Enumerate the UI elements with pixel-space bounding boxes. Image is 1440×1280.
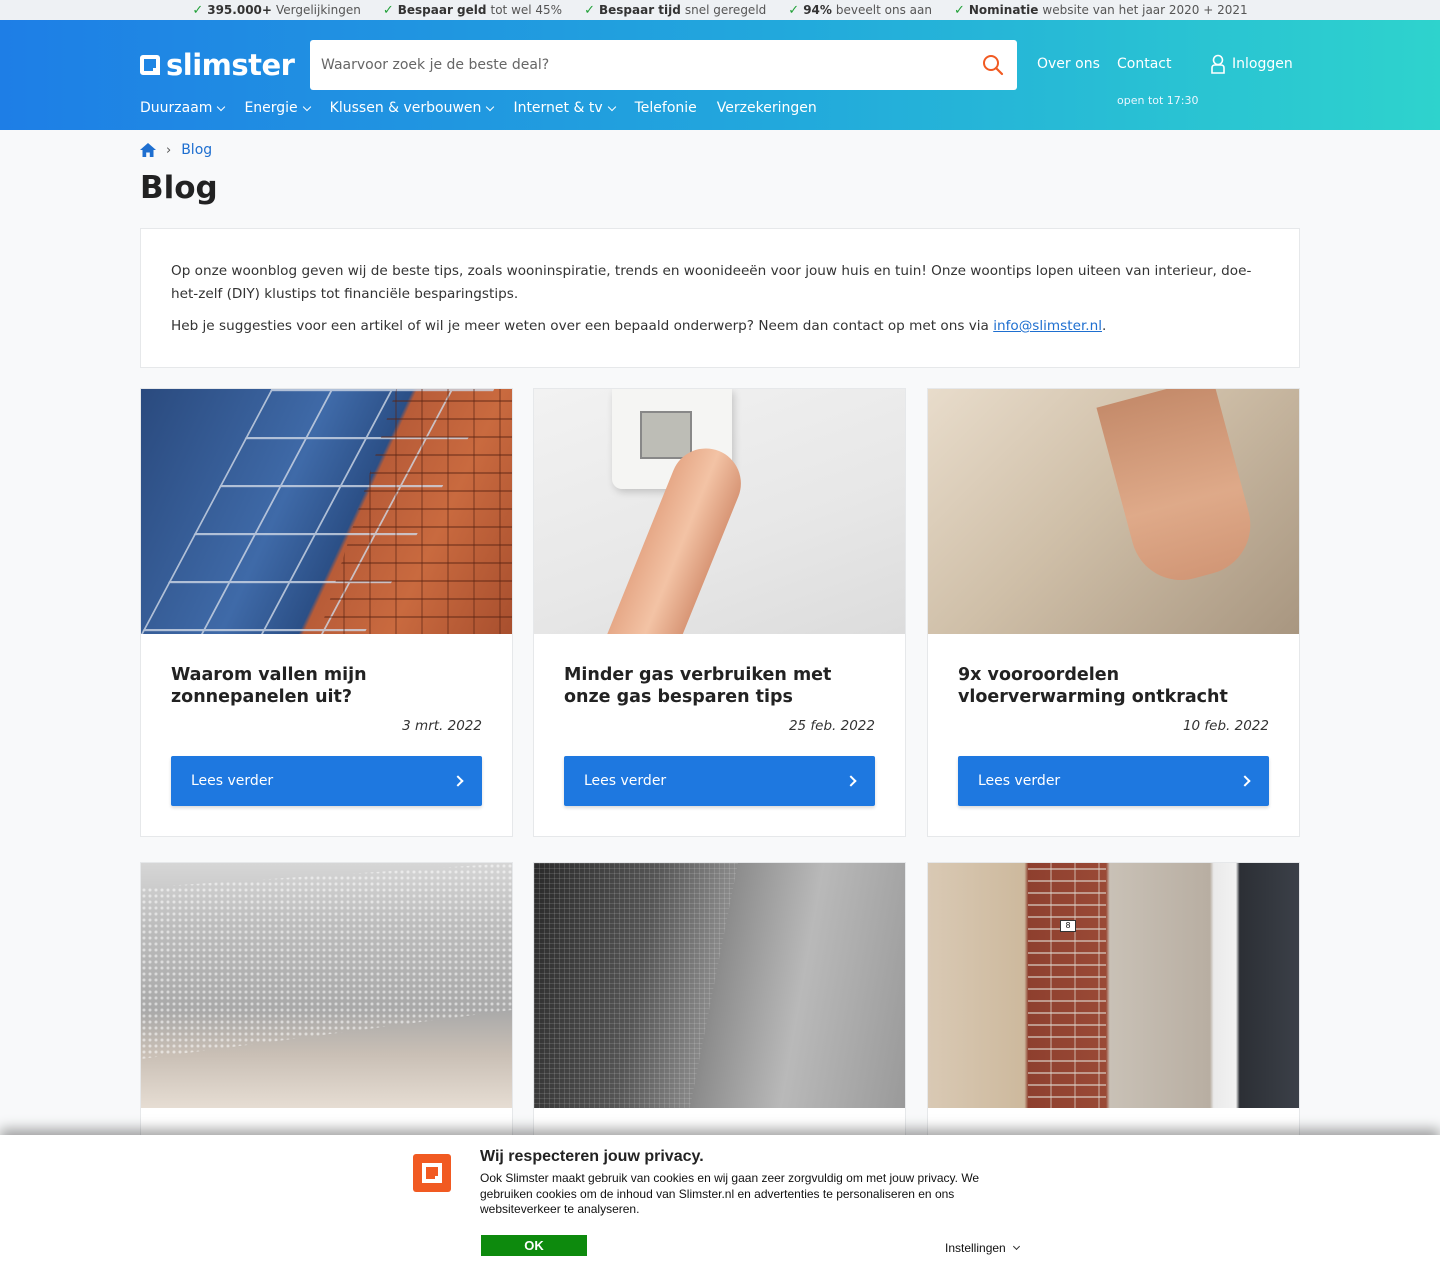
main-nav: Duurzaam Energie Klussen & verbouwen Int… [140, 100, 817, 116]
card-image-floor-heating[interactable] [928, 389, 1299, 634]
cookie-text: Ook Slimster maakt gebruik van cookies e… [480, 1171, 980, 1216]
nav-item-internet-tv[interactable]: Internet & tv [513, 100, 616, 116]
usp-bar: ✓ 395.000+ Vergelijkingen ✓ Bespaar geld tot… [0, 0, 1440, 20]
nav-item-duurzaam[interactable]: Duurzaam [140, 100, 226, 116]
card-image-demolition[interactable]: 8 [928, 863, 1299, 1108]
blog-card: 9x vooroordelen vloerverwarming ontkrach… [927, 388, 1300, 837]
nav-item-klussen[interactable]: Klussen & verbouwen [330, 100, 495, 116]
breadcrumb-current[interactable]: Blog [181, 142, 212, 158]
email-link[interactable]: info@slimster.nl [993, 318, 1102, 334]
usp-item: ✓ Bespaar tijd snel geregeld [584, 2, 767, 18]
check-icon: ✓ [953, 2, 965, 18]
search-button[interactable] [969, 40, 1017, 90]
usp-item: ✓ 94% beveelt ons aan [788, 2, 932, 18]
usp-item: ✓ Nominatie website van het jaar 2020 + 20… [953, 2, 1248, 18]
home-icon[interactable] [140, 143, 156, 157]
intro-box: Op onze woonblog geven wij de beste tips… [140, 228, 1300, 368]
blog-card: Waarom vallen mijn zonnepanelen uit? 3 m… [140, 388, 513, 837]
search-input[interactable] [321, 57, 969, 73]
contact-hours: open tot 17:30 [1117, 94, 1199, 107]
blog-card [533, 862, 906, 1162]
breadcrumb: › Blog [140, 142, 212, 158]
chevron-right-icon [452, 775, 464, 787]
card-date: 3 mrt. 2022 [402, 718, 482, 734]
chevron-down-icon [217, 102, 226, 111]
nav-item-energie[interactable]: Energie [244, 100, 311, 116]
chevron-down-icon [486, 102, 495, 111]
read-more-button[interactable]: Lees verder [564, 756, 875, 806]
card-title[interactable]: Minder gas verbruiken met onze gas bespa… [564, 664, 875, 708]
chevron-right-icon [845, 775, 857, 787]
cookie-brand-icon [413, 1154, 451, 1192]
check-icon: ✓ [788, 2, 800, 18]
check-icon: ✓ [584, 2, 595, 18]
card-image-carpet[interactable] [141, 863, 512, 1108]
blog-card [140, 862, 513, 1162]
search-icon [983, 55, 1004, 76]
site-header: slimster Over ons Contact open tot 17:30… [0, 20, 1440, 130]
card-title[interactable]: Waarom vallen mijn zonnepanelen uit? [171, 664, 482, 708]
intro-contact-paragraph: Heb je suggesties voor een artikel of wi… [171, 318, 1107, 334]
read-more-button[interactable]: Lees verder [958, 756, 1269, 806]
card-image-thermostat[interactable] [534, 389, 905, 634]
card-image-solar-panels[interactable] [141, 389, 512, 634]
read-more-button[interactable]: Lees verder [171, 756, 482, 806]
cookie-ok-button[interactable]: OK [481, 1235, 587, 1256]
nav-item-telefonie[interactable]: Telefonie [635, 100, 697, 116]
logo-icon [140, 55, 160, 75]
card-image-plaster-wall[interactable] [534, 863, 905, 1108]
card-date: 25 feb. 2022 [788, 718, 875, 734]
chevron-right-icon [1239, 775, 1251, 787]
cookie-banner: Wij respecteren jouw privacy. Ook Slimst… [0, 1135, 1440, 1280]
chevron-down-icon [302, 102, 311, 111]
blog-card: 8 [927, 862, 1300, 1162]
blog-card: Minder gas verbruiken met onze gas bespa… [533, 388, 906, 837]
search-bar [310, 40, 1017, 90]
usp-item: ✓ Bespaar geld tot wel 45% [382, 2, 563, 18]
card-date: 10 feb. 2022 [1182, 718, 1269, 734]
page-title: Blog [140, 170, 218, 206]
intro-paragraph: Op onze woonblog geven wij de beste tips… [171, 263, 1252, 302]
chevron-down-icon [607, 102, 616, 111]
chevron-right-icon: › [166, 142, 172, 158]
cookie-settings-button[interactable]: Instellingen [945, 1241, 1020, 1255]
cookie-title: Wij respecteren jouw privacy. [480, 1148, 704, 1165]
chevron-down-icon [1012, 1242, 1020, 1251]
usp-item: ✓ 395.000+ Vergelijkingen [192, 2, 361, 18]
check-icon: ✓ [382, 2, 394, 18]
site-logo[interactable]: slimster [140, 48, 295, 82]
check-icon: ✓ [192, 2, 204, 18]
nav-item-verzekeringen[interactable]: Verzekeringen [717, 100, 817, 116]
user-icon [1211, 54, 1225, 74]
login-button[interactable]: Inloggen [1210, 54, 1293, 74]
contact-link[interactable]: Contact [1117, 56, 1171, 72]
over-ons-link[interactable]: Over ons [1037, 56, 1100, 72]
card-title[interactable]: 9x vooroordelen vloerverwarming ontkrach… [958, 664, 1269, 708]
